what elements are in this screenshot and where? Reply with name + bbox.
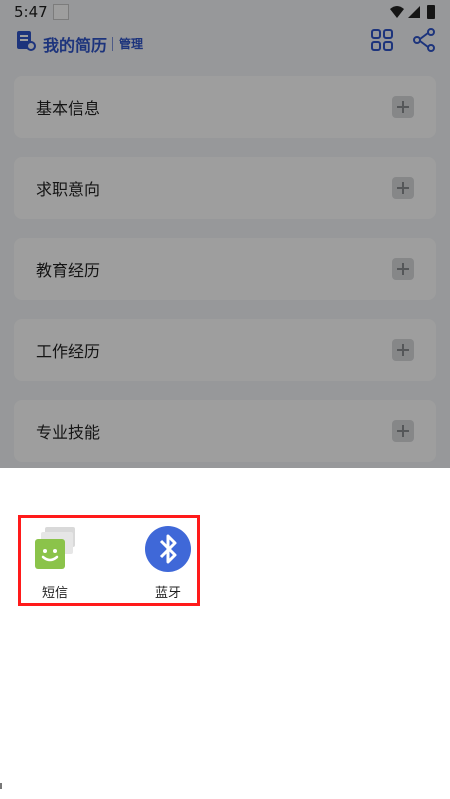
share-target-sms[interactable]: 短信 xyxy=(20,525,90,605)
share-label: 短信 xyxy=(41,586,68,601)
bluetooth-icon xyxy=(144,525,192,573)
sms-app-icon xyxy=(31,525,79,573)
share-sheet: 短信 蓝牙 xyxy=(0,468,450,799)
share-label: 蓝牙 xyxy=(154,586,181,601)
app-screen: 5:47 我的简历 管理 基本信息 求职意向 教育经历 工作经历 专业技能 xyxy=(0,0,450,468)
share-target-bluetooth[interactable]: 蓝牙 xyxy=(133,525,203,605)
modal-scrim[interactable] xyxy=(0,0,450,468)
edge-marker xyxy=(0,783,2,789)
